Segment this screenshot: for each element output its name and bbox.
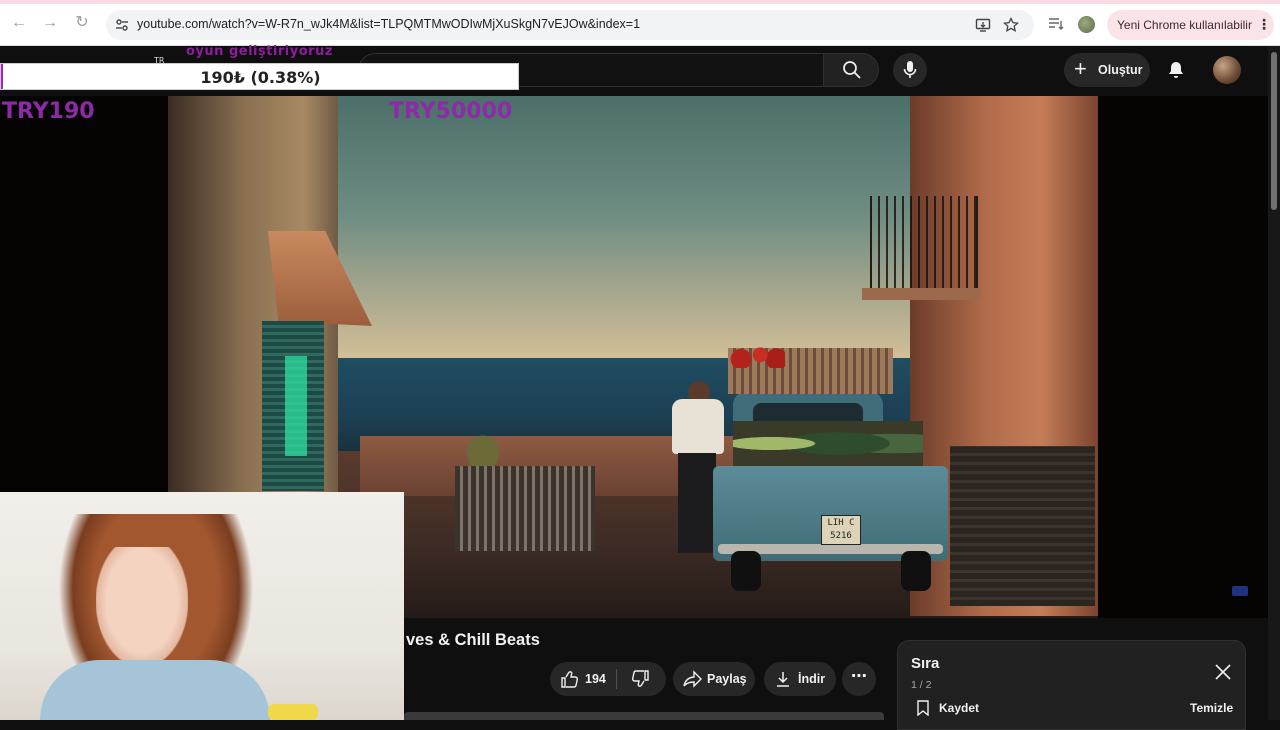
plate-line1: LIH C [827,518,855,528]
video-potted-plant [458,426,508,471]
like-dislike-group: 194 [550,662,666,696]
bookmark-icon [917,700,929,716]
queue-clear-button[interactable]: Temizle [1190,701,1233,715]
truck-wheel-right [901,551,931,591]
search-button[interactable] [823,53,879,87]
goal-target-amount: TRY50000 [389,99,513,124]
queue-save-label: Kaydet [939,701,980,715]
microphone-icon [903,61,917,78]
notifications-bell-icon[interactable] [1166,60,1186,80]
share-arrow-icon [683,670,702,688]
webcam-person-shirt [40,660,270,720]
queue-title: Sıra [911,655,940,672]
queue-save-button[interactable]: Kaydet [912,699,992,719]
truck-license-plate: LIH C 5216 [821,515,861,545]
webcam-person-face [96,547,188,667]
video-balcony-slab [862,288,980,300]
menu-kebab-icon[interactable]: ⋮ [1257,16,1271,33]
download-icon [777,672,789,687]
reading-list-icon[interactable] [1047,15,1065,33]
video-shutter-highlight [285,356,307,456]
description-box-edge [404,712,884,720]
download-label: İndir [798,672,826,686]
tab-strip-edge [0,0,1280,4]
man-legs [678,453,716,553]
donation-goal-bar: 190₺ (0.38%) [0,63,519,90]
queue-count: 1 / 2 [911,679,932,691]
overlay-caption: oyun geliştiriyoruz [186,44,333,59]
goal-current-amount: TRY190 [2,99,95,124]
close-icon[interactable] [1214,663,1232,681]
truck-wheel-left [731,551,761,591]
webcam-yellow-object [268,704,318,720]
video-tomatoes [730,346,785,368]
download-button[interactable]: İndir [764,662,836,696]
page-scrollbar[interactable] [1268,46,1280,720]
video-corner-watermark [1232,586,1248,596]
plus-icon: + [1074,56,1087,81]
bookmark-star-icon[interactable] [1003,17,1019,33]
forward-icon[interactable]: → [40,13,60,33]
video-sky [330,96,930,358]
account-avatar[interactable] [1213,56,1241,84]
create-button[interactable]: + Oluştur [1064,53,1150,87]
scroll-thumb[interactable] [1271,52,1277,210]
video-balcony [870,196,978,296]
video-vegetables [733,421,923,466]
site-settings-icon[interactable] [115,18,129,32]
donation-goal-text: 190₺ (0.38%) [200,68,321,87]
plate-line2: 5216 [830,531,852,541]
like-divider [616,669,617,689]
profile-avatar-icon[interactable] [1078,16,1095,33]
update-label: Yeni Chrome kullanılabilir [1117,18,1252,32]
thumbs-up-icon[interactable] [560,670,580,688]
video-crates-left [455,466,595,551]
voice-search-button[interactable] [893,53,927,87]
search-icon [843,61,861,79]
install-app-icon[interactable] [975,17,991,33]
create-label: Oluştur [1098,63,1143,77]
share-label: Paylaş [707,672,747,686]
video-crates-right [950,446,1095,606]
queue-panel: Sıra 1 / 2 Kaydet Temizle [897,640,1246,730]
more-actions-icon[interactable]: ⋯ [842,662,876,696]
share-button[interactable]: Paylaş [673,662,755,696]
chrome-update-button[interactable]: Yeni Chrome kullanılabilir ⋮ [1107,10,1274,40]
reload-icon[interactable]: ↻ [72,13,92,33]
back-icon[interactable]: ← [9,13,29,33]
url-text: youtube.com/watch?v=W-R7n_wJk4M&list=TLP… [137,17,641,31]
address-bar[interactable]: youtube.com/watch?v=W-R7n_wJk4M&list=TLP… [106,10,1034,40]
thumbs-down-icon[interactable] [630,670,650,688]
like-count[interactable]: 194 [585,672,606,686]
video-title: ves & Chill Beats [406,631,540,649]
browser-toolbar: ← → ↻ youtube.com/watch?v=W-R7n_wJk4M&li… [0,0,1280,46]
webcam-feed [0,492,404,720]
